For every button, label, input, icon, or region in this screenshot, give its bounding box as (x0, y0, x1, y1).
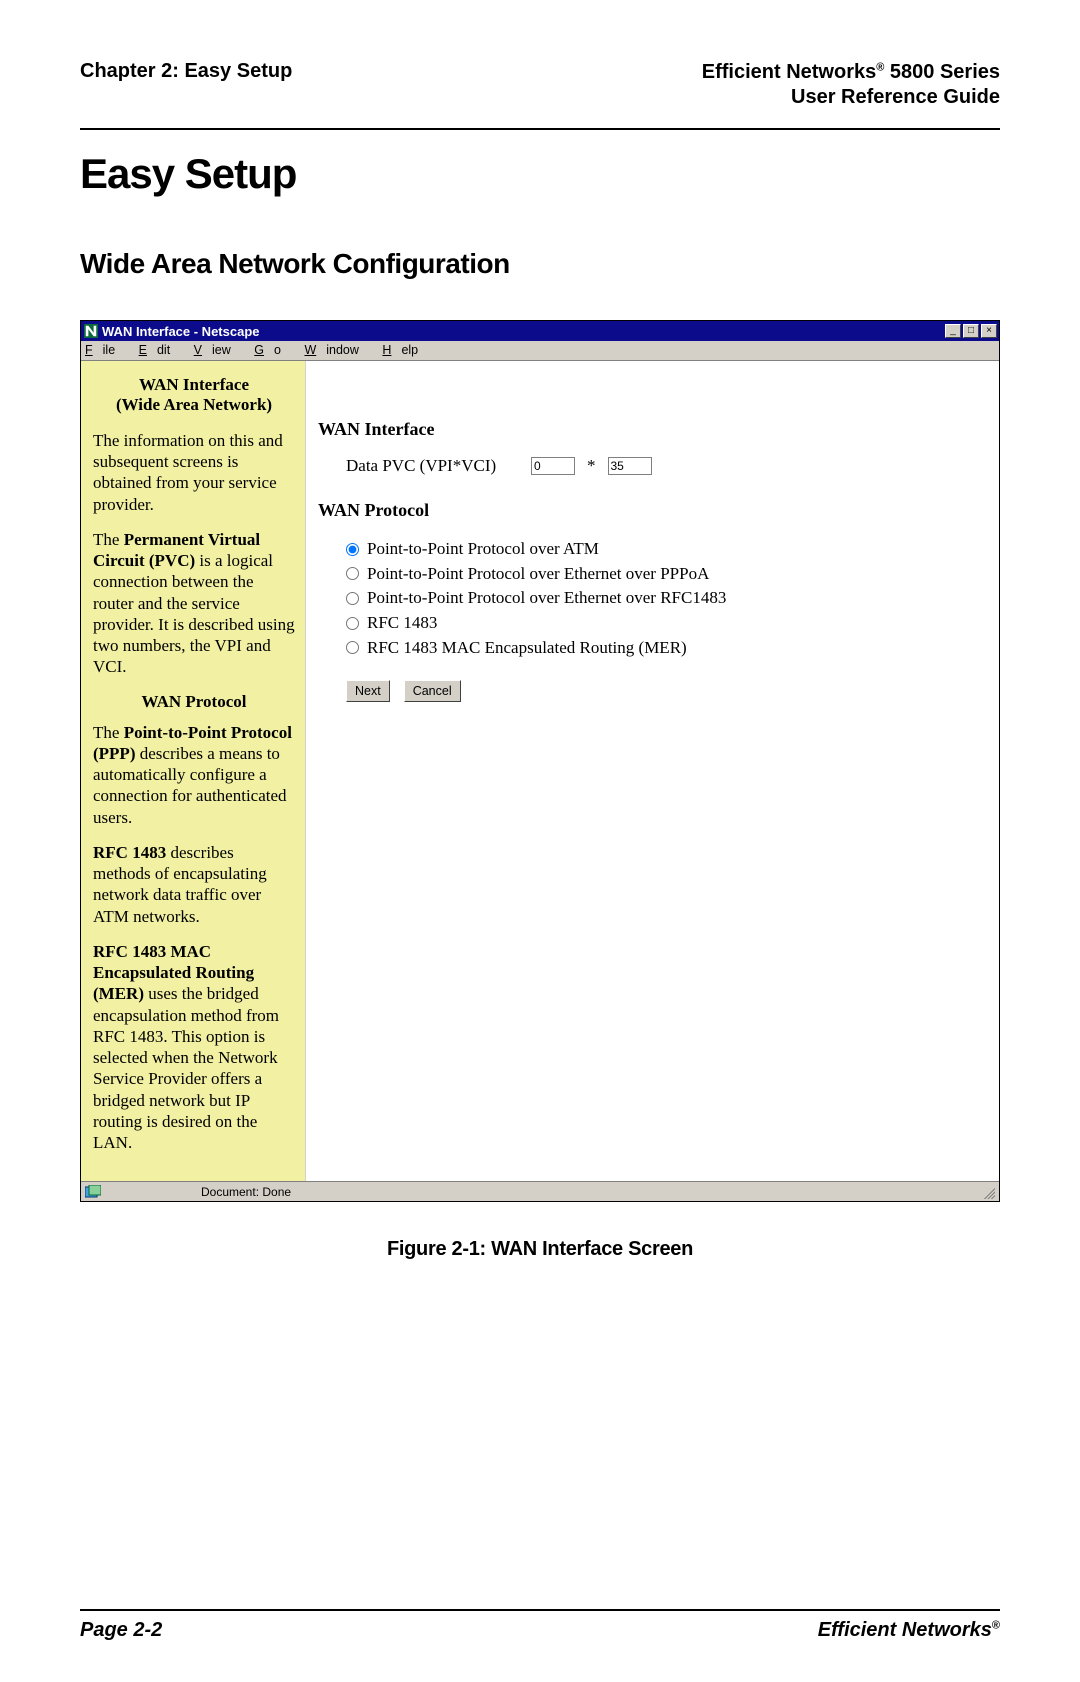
radio-rfc1483[interactable] (346, 617, 359, 630)
wan-interface-heading: WAN Interface (318, 419, 979, 440)
vpi-input[interactable] (531, 457, 575, 475)
status-text: Document: Done (201, 1185, 291, 1199)
radio-label: RFC 1483 (367, 611, 437, 636)
sidebar-text: RFC 1483 describes methods of encapsulat… (93, 842, 295, 927)
radio-rfc1483-mer[interactable] (346, 641, 359, 654)
protocol-radio-option[interactable]: RFC 1483 (346, 611, 979, 636)
help-sidebar: WAN Interface (Wide Area Network) The in… (81, 361, 306, 1181)
sidebar-text: The information on this and subsequent s… (93, 430, 295, 515)
window-minimize-button[interactable]: _ (945, 324, 961, 338)
pvc-separator: * (587, 456, 596, 476)
menu-edit[interactable]: Edit (139, 343, 181, 357)
page-number: Page 2-2 (80, 1619, 162, 1642)
radio-ppp-eth-rfc1483[interactable] (346, 592, 359, 605)
netscape-window: WAN Interface - Netscape _ □ × File Edit… (80, 320, 1000, 1202)
window-menubar: File Edit View Go Window Help (81, 341, 999, 361)
window-close-button[interactable]: × (981, 324, 997, 338)
radio-label: RFC 1483 MAC Encapsulated Routing (MER) (367, 636, 687, 661)
status-bar: Document: Done (81, 1181, 999, 1201)
radio-ppp-atm[interactable] (346, 543, 359, 556)
radio-label: Point-to-Point Protocol over Ethernet ov… (367, 586, 726, 611)
netscape-icon (84, 324, 98, 338)
sidebar-heading: WAN Interface (Wide Area Network) (93, 375, 295, 416)
vci-input[interactable] (608, 457, 652, 475)
menu-go[interactable]: Go (254, 343, 291, 357)
radio-label: Point-to-Point Protocol over ATM (367, 537, 599, 562)
section-heading: Wide Area Network Configuration (80, 248, 1000, 280)
radio-label: Point-to-Point Protocol over Ethernet ov… (367, 562, 709, 587)
protocol-radio-option[interactable]: Point-to-Point Protocol over ATM (346, 537, 979, 562)
bottom-rule (80, 1609, 1000, 1611)
figure-caption: Figure 2-1: WAN Interface Screen (80, 1238, 1000, 1261)
protocol-radio-option[interactable]: RFC 1483 MAC Encapsulated Routing (MER) (346, 636, 979, 661)
sidebar-text: RFC 1483 MAC Encapsulated Routing (MER) … (93, 941, 295, 1154)
data-pvc-label: Data PVC (VPI*VCI) (346, 456, 521, 476)
menu-view[interactable]: View (194, 343, 241, 357)
radio-ppp-eth-pppoa[interactable] (346, 567, 359, 580)
menu-file[interactable]: File (85, 343, 125, 357)
form-panel: WAN Interface Data PVC (VPI*VCI) * WAN P… (306, 361, 999, 1181)
protocol-radio-option[interactable]: Point-to-Point Protocol over Ethernet ov… (346, 562, 979, 587)
wan-protocol-heading: WAN Protocol (318, 500, 979, 521)
menu-window[interactable]: Window (304, 343, 368, 357)
sidebar-text: The Point-to-Point Protocol (PPP) descri… (93, 722, 295, 828)
menu-help[interactable]: Help (382, 343, 428, 357)
resize-grip-icon (981, 1185, 995, 1199)
window-maximize-button[interactable]: □ (963, 324, 979, 338)
footer-brand: Efficient Networks® (818, 1619, 1000, 1642)
doc-brand: Efficient Networks® 5800 Series User Ref… (702, 60, 1000, 110)
top-rule (80, 128, 1000, 130)
chapter-title: Chapter 2: Easy Setup (80, 60, 292, 83)
window-titlebar: WAN Interface - Netscape _ □ × (81, 321, 999, 341)
sidebar-subheading: WAN Protocol (93, 692, 295, 712)
status-icon (85, 1185, 101, 1199)
window-title-text: WAN Interface - Netscape (102, 324, 260, 339)
protocol-radio-option[interactable]: Point-to-Point Protocol over Ethernet ov… (346, 586, 979, 611)
next-button[interactable]: Next (346, 680, 390, 702)
sidebar-text: The Permanent Virtual Circuit (PVC) is a… (93, 529, 295, 678)
page-title: Easy Setup (80, 150, 1000, 198)
cancel-button[interactable]: Cancel (404, 680, 461, 702)
